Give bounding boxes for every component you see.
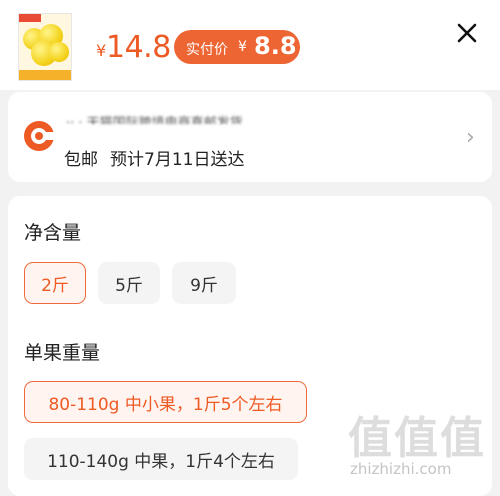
shipping-card[interactable]: ·· · 天猫国际跨境电商直邮发货 包邮 预计7月11日送达 › xyxy=(8,92,492,182)
shipping-redacted-text: ·· · 天猫国际跨境电商直邮发货 xyxy=(66,116,243,124)
product-thumbnail xyxy=(18,13,72,81)
chevron-right-icon: › xyxy=(466,125,475,150)
product-header: ¥ 14.8 实付价 ¥ 8.8 xyxy=(0,0,500,90)
net-weight-title: 净含量 xyxy=(24,222,82,244)
shipping-info: 包邮 预计7月11日送达 xyxy=(64,145,244,170)
actual-price-badge: 实付价 ¥ 8.8 xyxy=(174,30,300,64)
actual-price-currency: ¥ xyxy=(238,39,247,55)
price-value: 14.8 xyxy=(106,30,171,65)
actual-price-value: 8.8 xyxy=(254,32,297,60)
delivery-estimate: 预计7月11日送达 xyxy=(110,150,245,170)
net-weight-option-2jin[interactable]: 2斤 xyxy=(24,262,86,304)
free-shipping-label: 包邮 xyxy=(64,150,98,170)
fruit-weight-option-small[interactable]: 80-110g 中小果，1斤5个左右 xyxy=(24,381,307,423)
fruit-weight-title: 单果重量 xyxy=(24,342,101,364)
close-icon xyxy=(457,23,477,43)
net-weight-option-5jin[interactable]: 5斤 xyxy=(98,262,160,304)
fruit-weight-option-medium[interactable]: 110-140g 中果，1斤4个左右 xyxy=(24,438,298,480)
price-currency: ¥ xyxy=(96,41,107,60)
thumbnail-tag xyxy=(19,14,41,22)
shipping-logo-icon xyxy=(24,121,54,151)
actual-price-label: 实付价 xyxy=(186,42,228,58)
close-button[interactable] xyxy=(452,18,482,48)
spec-selector-card: 净含量 2斤 5斤 9斤 单果重量 80-110g 中小果，1斤5个左右 110… xyxy=(8,196,492,496)
net-weight-option-9jin[interactable]: 9斤 xyxy=(172,262,236,304)
